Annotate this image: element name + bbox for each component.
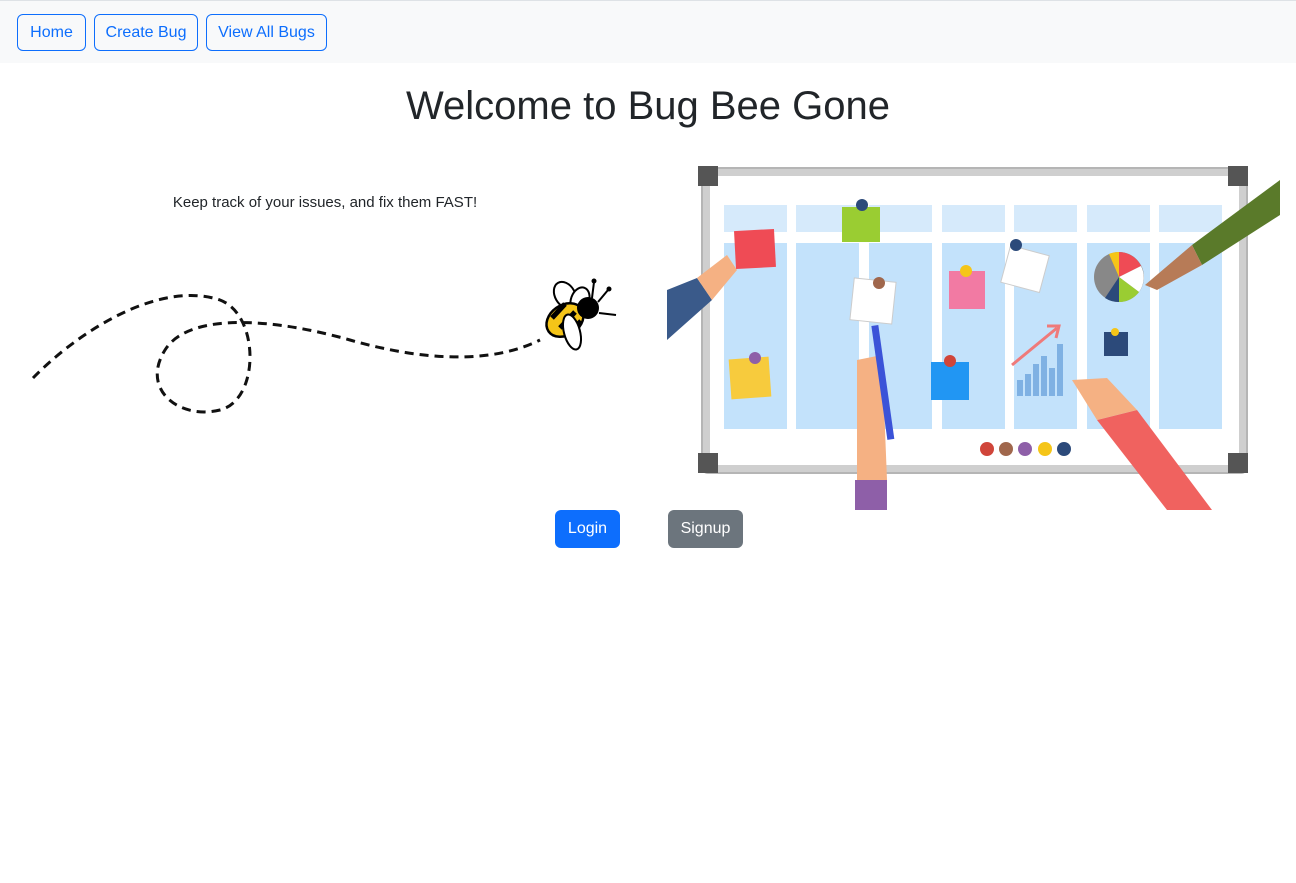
login-button[interactable]: Login [555, 510, 620, 548]
flight-path [31, 294, 541, 414]
bee-flight-illustration [31, 278, 617, 414]
view-all-bugs-button[interactable]: View All Bugs [206, 14, 327, 51]
create-bug-button[interactable]: Create Bug [94, 14, 198, 51]
page-title: Welcome to Bug Bee Gone [406, 84, 890, 128]
kanban-board-illustration [667, 166, 1280, 510]
top-navbar: Home Create Bug View All Bugs [0, 0, 1296, 63]
bee-icon [545, 278, 617, 351]
signup-button[interactable]: Signup [668, 510, 743, 548]
tagline: Keep track of your issues, and fix them … [172, 194, 478, 211]
home-button[interactable]: Home [17, 14, 86, 51]
